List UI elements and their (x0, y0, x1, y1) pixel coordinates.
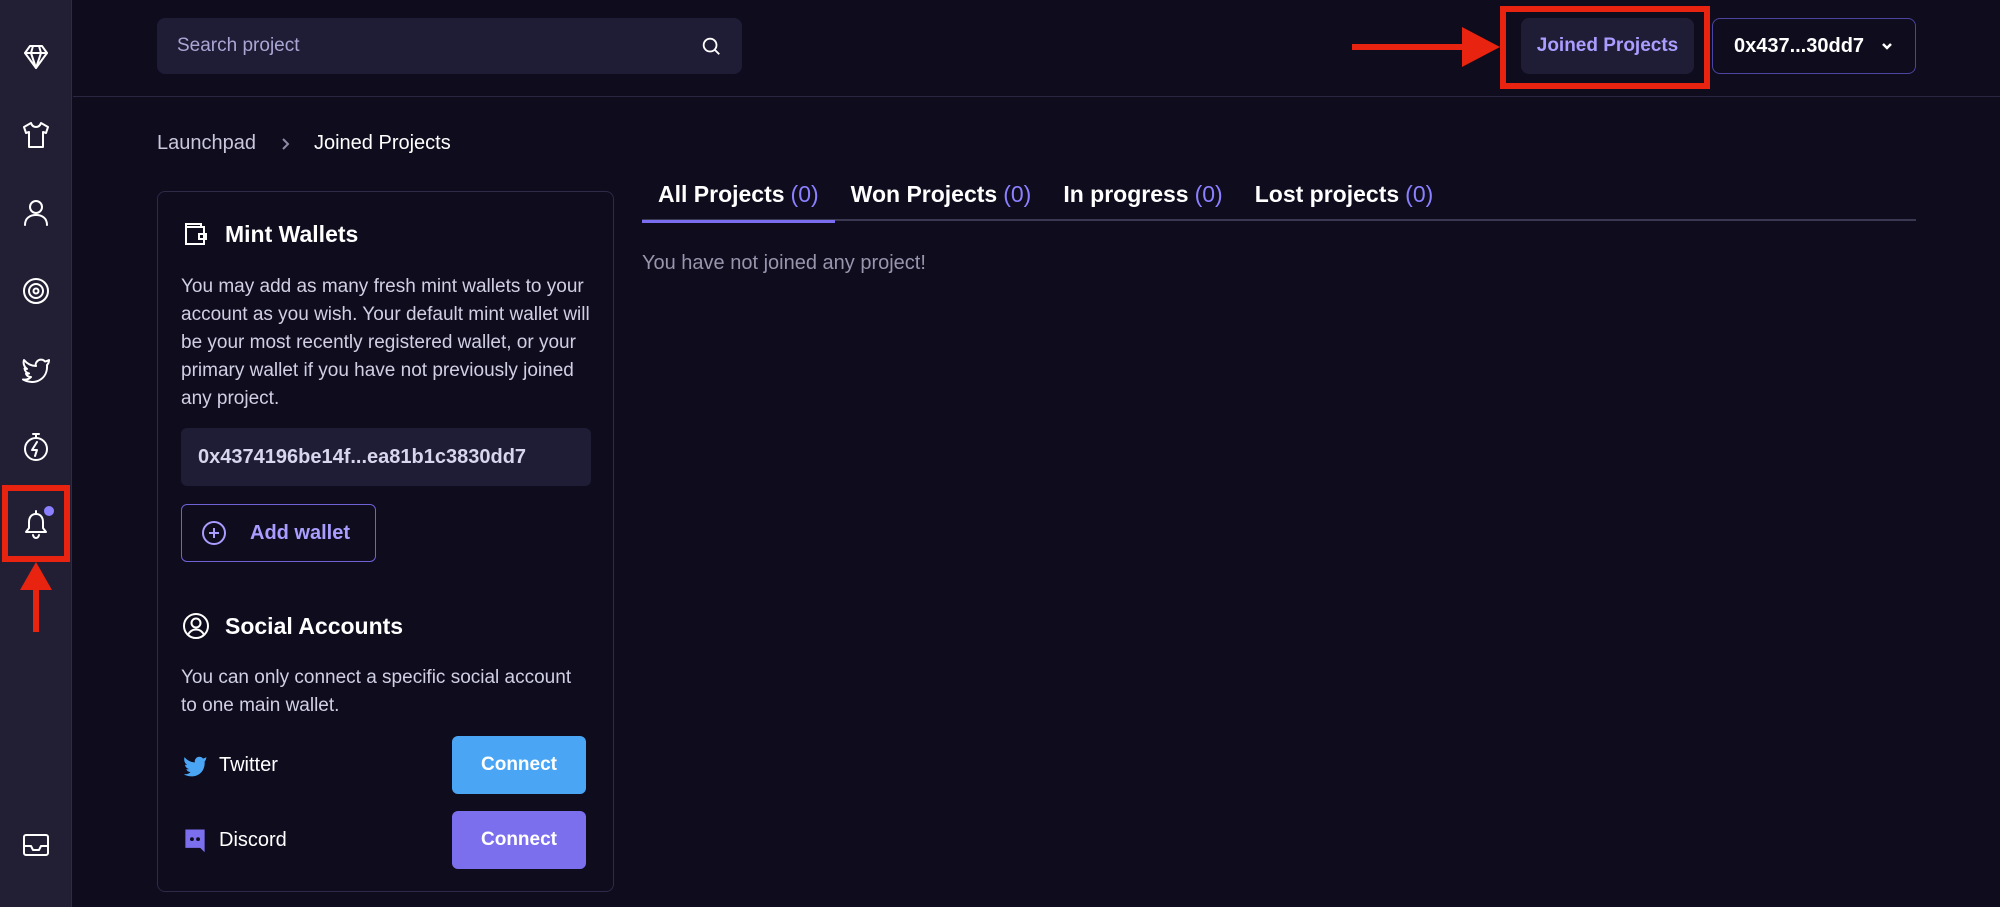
discord-label: Discord (219, 828, 287, 851)
wallet-icon (185, 223, 207, 245)
discord-icon (185, 829, 205, 853)
sidebar-item-apparel[interactable] (0, 96, 72, 174)
joined-projects-highlight-box (1500, 6, 1710, 89)
twitter-icon (183, 756, 207, 777)
twitter-icon (22, 358, 50, 383)
sidebar-item-twitter[interactable] (0, 330, 72, 408)
mint-wallets-heading: Mint Wallets (181, 219, 358, 249)
wallets-card: Mint Wallets You may add as many fresh m… (157, 191, 614, 892)
tab-count: (0) (1003, 181, 1032, 207)
tab-count: (0) (1405, 181, 1434, 207)
wallet-address-short: 0x437...30dd7 (1733, 34, 1865, 57)
user-circle-icon (183, 613, 209, 639)
twitter-label: Twitter (219, 753, 278, 776)
search-input[interactable] (177, 35, 700, 57)
sidebar-highlight-box (2, 485, 70, 562)
social-row-discord: Discord Connect (181, 811, 586, 869)
mint-wallets-description: You may add as many fresh mint wallets t… (181, 276, 590, 409)
search-box[interactable] (157, 18, 742, 74)
connect-discord-button[interactable]: Connect (452, 811, 586, 869)
tab-label: Won Projects (850, 181, 998, 207)
chevron-right-icon (282, 137, 290, 150)
tab-count: (0) (790, 181, 819, 207)
sidebar-item-diamond[interactable] (0, 18, 72, 96)
mint-wallets-title: Mint Wallets (225, 220, 359, 247)
search-icon[interactable] (700, 35, 722, 57)
wallet-dropdown[interactable]: 0x437...30dd7 (1712, 18, 1916, 74)
mint-wallet-address: 0x4374196be14f...ea81b1c3830dd7 (181, 428, 591, 486)
sidebar-item-target[interactable] (0, 252, 72, 330)
social-accounts-title: Social Accounts (225, 612, 404, 639)
stopwatch-icon (24, 433, 48, 461)
diamond-icon (24, 45, 48, 69)
tshirt-icon (23, 122, 49, 148)
sidebar-item-profile[interactable] (0, 174, 72, 252)
target-icon (23, 278, 49, 304)
breadcrumb-current: Joined Projects (313, 132, 451, 154)
tab-label: All Projects (658, 181, 785, 207)
social-row-twitter: Twitter Connect (181, 736, 586, 794)
add-wallet-label: Add wallet (250, 521, 351, 544)
inbox-icon (23, 834, 49, 856)
tab-in-progress[interactable]: In progress (0) (1047, 168, 1238, 221)
add-wallet-button[interactable]: Add wallet (181, 504, 376, 562)
sidebar (0, 0, 72, 907)
social-accounts-heading: Social Accounts (181, 611, 403, 641)
social-accounts-description: You can only connect a specific social a… (181, 667, 572, 716)
sidebar-item-activity[interactable] (0, 408, 72, 486)
connect-twitter-button[interactable]: Connect (452, 736, 586, 794)
arrow-up-annotation (20, 562, 52, 632)
plus-circle-icon (202, 521, 226, 545)
project-tabs: All Projects (0) Won Projects (0) In progr… (642, 168, 1916, 223)
empty-state-message: You have not joined any project! (642, 252, 926, 274)
chevron-down-icon (1882, 43, 1892, 50)
tab-won-projects[interactable]: Won Projects (0) (835, 168, 1048, 221)
breadcrumb-launchpad[interactable]: Launchpad (157, 132, 256, 155)
tab-all-projects[interactable]: All Projects (0) (642, 168, 835, 223)
user-icon (24, 200, 48, 226)
sidebar-item-inbox[interactable] (0, 806, 72, 884)
tab-label: Lost projects (1254, 181, 1400, 207)
arrow-right-annotation (1352, 27, 1500, 67)
tab-label: In progress (1063, 181, 1189, 207)
tab-count: (0) (1194, 181, 1223, 207)
breadcrumb: Launchpad Joined Projects (157, 132, 451, 155)
tab-lost-projects[interactable]: Lost projects (0) (1239, 168, 1450, 221)
